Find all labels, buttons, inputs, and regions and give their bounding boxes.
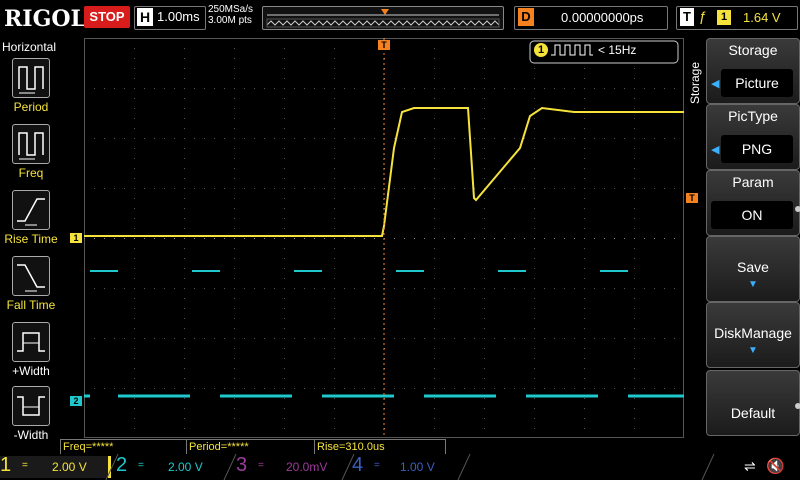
menu-page-dot: [795, 206, 800, 212]
channel-scale: 1.00 V: [400, 460, 435, 474]
measure-rise-time-button[interactable]: Rise Time: [2, 190, 60, 246]
coupling-icon: =: [22, 460, 28, 471]
down-arrow-icon: ▼: [748, 345, 758, 356]
trigger-level: 1.64 V: [743, 10, 781, 25]
measure-category-title[interactable]: Horizontal: [2, 40, 56, 54]
channel-separator: [223, 454, 237, 480]
menu-default-button[interactable]: Default: [706, 370, 800, 436]
ch1-ground-marker[interactable]: 1: [70, 233, 82, 243]
menu-pictype-button[interactable]: PicType ◀ PNG: [706, 104, 800, 170]
menu-diskmanage-button[interactable]: DiskManage ▼: [706, 302, 800, 368]
menu-tab: Storage: [686, 38, 704, 110]
menu-tab-label: Storage: [688, 61, 702, 104]
rising-edge-icon: ƒ: [699, 8, 707, 24]
channel-3-status[interactable]: 3 = 20.0mV: [236, 454, 344, 478]
sample-rate: 250MSa/s: [208, 4, 254, 15]
pos-width-label: +Width: [12, 364, 50, 378]
menu-storage-title: Storage: [728, 42, 778, 58]
freq-label: Freq: [18, 166, 44, 180]
usb-icon: ⇌: [744, 458, 756, 474]
measure-result-freq[interactable]: Freq=*****: [60, 439, 188, 454]
menu-page-dot: [795, 403, 800, 409]
graticule: [84, 38, 685, 439]
coupling-icon: =: [374, 460, 380, 471]
coupling-icon: =: [258, 460, 264, 471]
trigger-position-icon: [381, 9, 389, 15]
channel-number: 1: [0, 454, 12, 476]
down-arrow-icon: ▼: [748, 279, 758, 290]
menu-pictype-value: PNG: [721, 135, 793, 163]
memory-overview-bar[interactable]: [262, 6, 504, 30]
freq-counter-value: < 15Hz: [598, 43, 637, 57]
memory-depth: 3.00M pts: [208, 15, 252, 26]
rise-time-icon: [12, 190, 50, 230]
soft-menu: Storage ◀ Picture PicType ◀ PNG Param ON…: [704, 38, 800, 458]
channel-separator: [105, 454, 119, 480]
channel-separator: [341, 454, 355, 480]
period-icon: [12, 58, 50, 98]
timebase-box[interactable]: H 1.00ms: [134, 6, 206, 30]
left-arrow-icon: ◀: [711, 78, 720, 90]
channel-4-status[interactable]: 4 = 1.00 V: [352, 454, 460, 478]
delay-value: 0.00000000ps: [561, 10, 644, 25]
freq-icon: [12, 124, 50, 164]
menu-pictype-title: PicType: [728, 108, 778, 124]
menu-default-title: Default: [730, 405, 776, 421]
menu-storage-value: Picture: [721, 69, 793, 97]
channel-2-status[interactable]: 2 = 2.00 V: [116, 454, 224, 478]
speaker-mute-icon[interactable]: 🔇: [766, 457, 785, 475]
trigger-level-marker[interactable]: T: [686, 193, 698, 203]
channel-scale: 2.00 V: [52, 460, 87, 474]
menu-save-title: Save: [737, 259, 769, 275]
memory-overview-waveform: [266, 9, 500, 28]
menu-diskmanage-title: DiskManage: [714, 325, 792, 341]
delay-box[interactable]: D 0.00000000ps: [514, 6, 668, 30]
measure-fall-time-button[interactable]: Fall Time: [2, 256, 60, 312]
channel-separator: [457, 454, 471, 480]
trigger-label: T: [680, 8, 694, 26]
timebase-label: H: [137, 8, 153, 26]
channel-bar: 1 = 2.00 V 2 = 2.00 V 3 = 20.0mV 4 = 1.0…: [0, 454, 800, 480]
period-label: Period: [13, 100, 49, 114]
fall-time-icon: [12, 256, 50, 296]
trigger-box[interactable]: T ƒ 1 1.64 V: [676, 6, 798, 30]
measure-pos-width-button[interactable]: +Width: [2, 322, 60, 378]
run-stop-status[interactable]: STOP: [84, 6, 130, 28]
menu-param-button[interactable]: Param ON: [706, 170, 800, 236]
menu-storage-button[interactable]: Storage ◀ Picture: [706, 38, 800, 104]
menu-save-button[interactable]: Save ▼: [706, 236, 800, 302]
measure-panel: Horizontal Period Freq Rise Time Fall Ti…: [0, 38, 60, 458]
menu-param-value: ON: [711, 201, 793, 229]
neg-width-label: -Width: [13, 428, 49, 442]
brand-logo: RIGOL: [4, 6, 86, 32]
channel-separator: [701, 454, 715, 480]
measure-result-rise[interactable]: Rise=310.0us: [314, 439, 446, 454]
trigger-position-marker[interactable]: T: [378, 40, 390, 50]
channel-scale: 20.0mV: [286, 460, 328, 474]
ch2-ground-marker[interactable]: 2: [70, 396, 82, 406]
timebase-value: 1.00ms: [157, 9, 200, 24]
measure-neg-width-button[interactable]: -Width: [2, 386, 60, 442]
coupling-icon: =: [138, 460, 144, 471]
left-arrow-icon: ◀: [711, 144, 720, 156]
top-status-bar: RIGOL STOP H 1.00ms 250MSa/s 3.00M pts D…: [0, 0, 800, 38]
trigger-channel: 1: [717, 10, 731, 25]
acquisition-info: 250MSa/s 3.00M pts: [208, 4, 253, 26]
channel-1-status[interactable]: 1 = 2.00 V: [0, 454, 111, 478]
freq-counter-channel: 1: [534, 43, 548, 57]
fall-time-label: Fall Time: [6, 298, 56, 312]
waveform-display[interactable]: [84, 38, 685, 439]
channel-scale: 2.00 V: [168, 460, 203, 474]
measure-freq-button[interactable]: Freq: [2, 124, 60, 180]
measure-period-button[interactable]: Period: [2, 58, 60, 114]
menu-param-title: Param: [732, 174, 774, 190]
pos-width-icon: [12, 322, 50, 362]
rise-time-label: Rise Time: [4, 232, 58, 246]
neg-width-icon: [12, 386, 50, 426]
pulse-icon: [551, 44, 593, 56]
measure-result-period[interactable]: Period=*****: [186, 439, 316, 454]
delay-label: D: [518, 8, 534, 26]
